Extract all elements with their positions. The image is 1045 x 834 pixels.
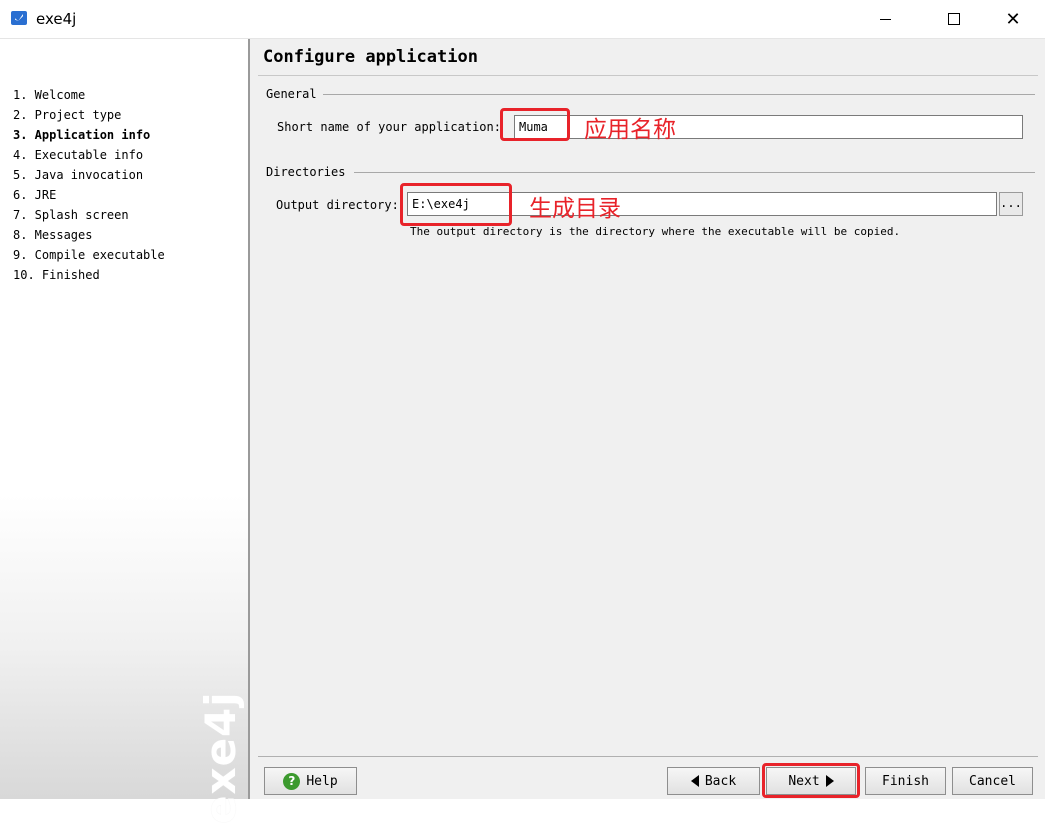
close-button[interactable]: ✕ bbox=[990, 0, 1036, 38]
output-dir-label: Output directory: bbox=[276, 198, 399, 212]
annotation-box-next bbox=[762, 763, 860, 798]
exe4j-window: exe4j ✕ 1. Welcome 2. Project type 3. Ap… bbox=[0, 0, 1045, 824]
title-bar: exe4j ✕ bbox=[0, 0, 1045, 39]
finish-button[interactable]: Finish bbox=[865, 767, 946, 795]
annotation-box-app-name bbox=[500, 108, 570, 141]
step-java-invocation[interactable]: 5. Java invocation bbox=[13, 165, 165, 185]
step-compile-executable[interactable]: 9. Compile executable bbox=[13, 245, 165, 265]
cancel-button[interactable]: Cancel bbox=[952, 767, 1033, 795]
wizard-sidebar: 1. Welcome 2. Project type 3. Applicatio… bbox=[0, 39, 248, 824]
wizard-step-list: 1. Welcome 2. Project type 3. Applicatio… bbox=[13, 85, 165, 285]
step-jre[interactable]: 6. JRE bbox=[13, 185, 165, 205]
close-icon: ✕ bbox=[1005, 8, 1021, 30]
step-finished[interactable]: 10. Finished bbox=[13, 265, 165, 285]
exe4j-app-icon bbox=[11, 11, 27, 25]
help-icon: ? bbox=[283, 772, 301, 790]
bottom-separator bbox=[258, 756, 1038, 757]
page-title: Configure application bbox=[263, 47, 478, 67]
help-button-label: Help bbox=[306, 773, 338, 789]
cancel-button-label: Cancel bbox=[969, 773, 1016, 789]
annotation-output-dir: 生成目录 bbox=[529, 196, 621, 222]
annotation-app-name: 应用名称 bbox=[584, 117, 676, 143]
directories-group-label: Directories bbox=[266, 165, 352, 179]
step-application-info[interactable]: 3. Application info bbox=[13, 125, 165, 145]
browse-button[interactable]: ... bbox=[999, 192, 1023, 216]
main-panel: Configure application General Short name… bbox=[250, 39, 1045, 799]
watermark-text: exe4j bbox=[196, 694, 245, 824]
annotation-box-output-dir bbox=[400, 183, 512, 226]
maximize-button[interactable] bbox=[931, 0, 977, 38]
general-group-label: General bbox=[266, 87, 323, 101]
step-project-type[interactable]: 2. Project type bbox=[13, 105, 165, 125]
directories-group-line bbox=[354, 172, 1035, 173]
step-welcome[interactable]: 1. Welcome bbox=[13, 85, 165, 105]
arrow-left-icon bbox=[690, 775, 699, 787]
finish-button-label: Finish bbox=[882, 773, 929, 789]
minimize-button[interactable] bbox=[862, 0, 908, 38]
step-splash-screen[interactable]: 7. Splash screen bbox=[13, 205, 165, 225]
step-messages[interactable]: 8. Messages bbox=[13, 225, 165, 245]
back-button[interactable]: Back bbox=[667, 767, 760, 795]
step-executable-info[interactable]: 4. Executable info bbox=[13, 145, 165, 165]
title-separator bbox=[258, 75, 1038, 76]
help-button[interactable]: ? Help bbox=[264, 767, 357, 795]
exe4j-watermark: exe4j bbox=[188, 694, 248, 834]
back-button-label: Back bbox=[704, 773, 737, 789]
window-title: exe4j bbox=[36, 10, 77, 28]
general-group-line bbox=[320, 94, 1035, 95]
short-name-label: Short name of your application: bbox=[277, 120, 501, 134]
output-dir-hint: The output directory is the directory wh… bbox=[410, 225, 901, 238]
